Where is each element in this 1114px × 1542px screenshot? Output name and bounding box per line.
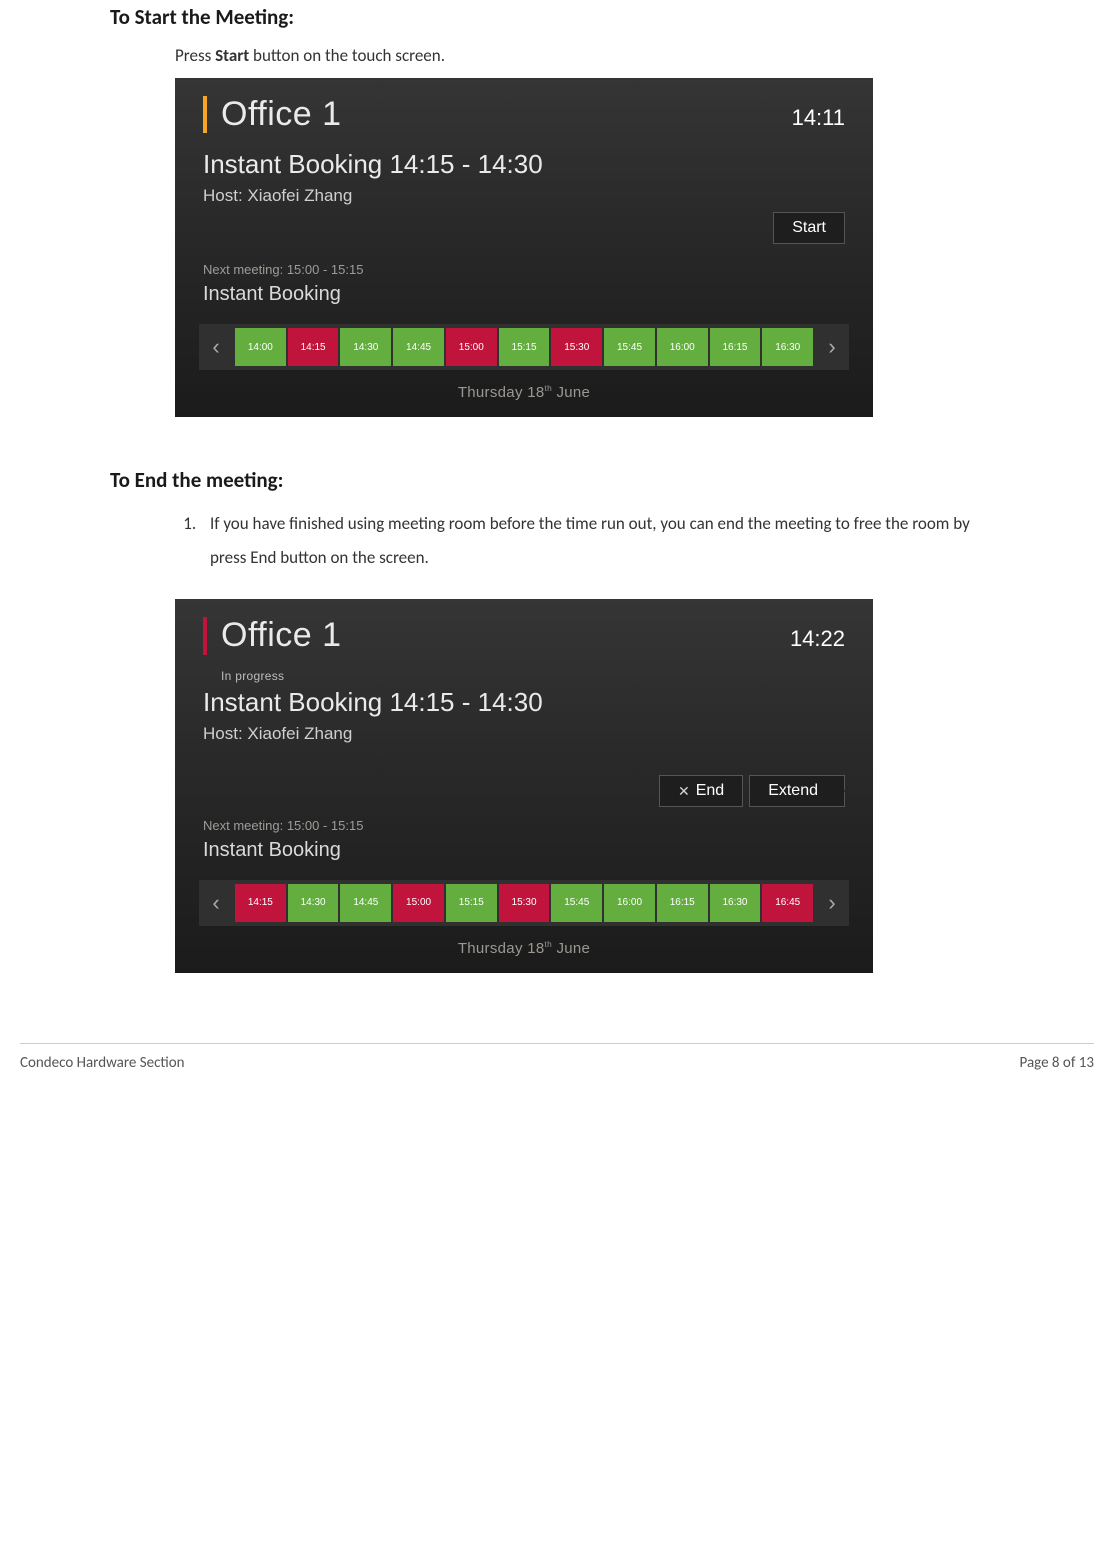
instruction-start: Press Start button on the touch screen. xyxy=(175,44,1004,68)
extend-button-label: Extend xyxy=(768,782,818,800)
timeline-slot[interactable]: 15:45 xyxy=(551,884,602,922)
timeline-slot[interactable]: 16:15 xyxy=(657,884,708,922)
chevron-right-icon: › xyxy=(828,334,835,360)
timeline-slot[interactable]: 14:00 xyxy=(235,328,286,366)
current-meeting-title: Instant Booking 14:15 - 14:30 xyxy=(203,687,845,718)
text-bold: Start xyxy=(215,45,249,66)
timeline: ‹ 14:1514:3014:4515:0015:1515:3015:4516:… xyxy=(199,880,849,926)
timeline-prev-button[interactable]: ‹ xyxy=(199,880,233,926)
timeline-slot[interactable]: 16:30 xyxy=(762,328,813,366)
start-button[interactable]: Start xyxy=(773,212,845,244)
timeline-slot[interactable]: 14:45 xyxy=(340,884,391,922)
next-meeting-name: Instant Booking xyxy=(203,839,845,862)
footer-page-number: Page 8 of 13 xyxy=(1020,1054,1094,1072)
timeline-next-button[interactable]: › xyxy=(815,880,849,926)
timeline-slot[interactable]: 15:15 xyxy=(499,328,550,366)
timeline-slot[interactable]: 15:00 xyxy=(393,884,444,922)
footer-section-name: Condeco Hardware Section xyxy=(20,1054,185,1072)
date-label: Thursday 18th June xyxy=(203,940,845,957)
timeline-slot[interactable]: 16:00 xyxy=(604,884,655,922)
timeline-slot[interactable]: 15:45 xyxy=(604,328,655,366)
section-heading-end: To End the meeting: xyxy=(110,467,1004,493)
date-suffix: th xyxy=(545,384,552,393)
timeline-slot[interactable]: 15:30 xyxy=(499,884,550,922)
timeline-slot[interactable]: 15:15 xyxy=(446,884,497,922)
timeline-slot[interactable]: 16:15 xyxy=(710,328,761,366)
chevron-left-icon: ‹ xyxy=(212,334,219,360)
date-label: Thursday 18th June xyxy=(203,384,845,401)
date-month: June xyxy=(552,940,590,957)
extend-button[interactable]: Extend xyxy=(749,775,845,807)
room-screen-end: Office 1 14:22 In progress Instant Booki… xyxy=(175,599,873,972)
timeline-next-button[interactable]: › xyxy=(815,324,849,370)
date-day: Thursday 18 xyxy=(458,384,545,401)
meeting-host: Host: Xiaofei Zhang xyxy=(203,186,845,206)
room-screen-start: Office 1 14:11 Instant Booking 14:15 - 1… xyxy=(175,78,873,417)
text-prefix: Press xyxy=(175,45,215,66)
next-meeting-time: Next meeting: 15:00 - 15:15 xyxy=(203,818,845,833)
section-heading-start: To Start the Meeting: xyxy=(110,4,1004,30)
page-footer: Condeco Hardware Section Page 8 of 13 xyxy=(20,1043,1094,1072)
end-button[interactable]: ✕ End xyxy=(659,775,743,807)
end-button-label: End xyxy=(696,782,724,800)
chevron-left-icon: ‹ xyxy=(212,890,219,916)
timeline-slot[interactable]: 15:00 xyxy=(446,328,497,366)
chevron-right-icon: › xyxy=(828,890,835,916)
clock: 14:11 xyxy=(792,105,845,131)
date-month: June xyxy=(552,384,590,401)
timeline-slot[interactable]: 15:30 xyxy=(551,328,602,366)
timeline-slot[interactable]: 16:00 xyxy=(657,328,708,366)
meeting-host: Host: Xiaofei Zhang xyxy=(203,724,845,744)
end-steps-list: If you have finished using meeting room … xyxy=(200,507,1004,575)
timeline-prev-button[interactable]: ‹ xyxy=(199,324,233,370)
timeline-slot[interactable]: 14:30 xyxy=(288,884,339,922)
room-name: Office 1 xyxy=(203,617,342,654)
status-in-progress: In progress xyxy=(221,669,845,683)
timeline: ‹ 14:0014:1514:3014:4515:0015:1515:3015:… xyxy=(199,324,849,370)
timeline-slot[interactable]: 14:45 xyxy=(393,328,444,366)
date-day: Thursday 18 xyxy=(458,940,545,957)
end-step-1: If you have finished using meeting room … xyxy=(200,507,1004,575)
text-suffix: button on the touch screen. xyxy=(249,45,445,66)
next-meeting-time: Next meeting: 15:00 - 15:15 xyxy=(203,262,845,277)
timeline-slot[interactable]: 14:15 xyxy=(288,328,339,366)
timeline-slot[interactable]: 16:45 xyxy=(762,884,813,922)
timeline-slot[interactable]: 16:30 xyxy=(710,884,761,922)
timeline-slot[interactable]: 14:30 xyxy=(340,328,391,366)
timeline-slot[interactable]: 14:15 xyxy=(235,884,286,922)
close-icon: ✕ xyxy=(678,783,690,800)
current-meeting-title: Instant Booking 14:15 - 14:30 xyxy=(203,149,845,180)
clock: 14:22 xyxy=(790,626,845,652)
date-suffix: th xyxy=(545,940,552,949)
room-name: Office 1 xyxy=(203,96,342,133)
next-meeting-name: Instant Booking xyxy=(203,283,845,306)
